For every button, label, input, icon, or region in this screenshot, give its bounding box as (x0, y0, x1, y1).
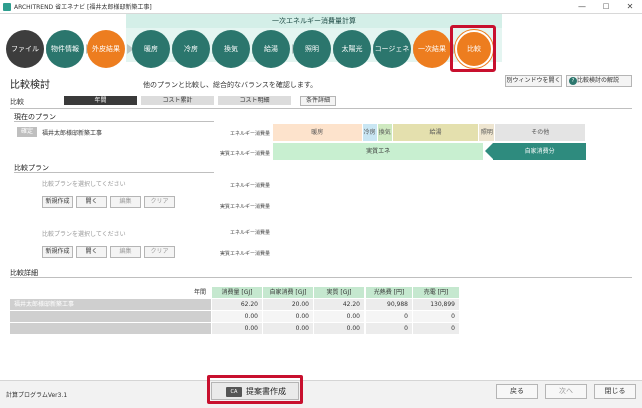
actual-energy-bar: 実質エネ (273, 143, 484, 160)
plan-1-new-button[interactable]: 新規作成 (42, 196, 73, 208)
plan-2-edit-button[interactable]: 編集 (110, 246, 141, 258)
tab-cost-detail[interactable]: コスト明細 (218, 96, 291, 105)
condition-detail-button[interactable]: 条件詳細 (300, 96, 336, 106)
row-plan-name: 福井太郎様邸新築工事 (10, 299, 211, 310)
version-label: 計算プログラムVer3.1 (6, 392, 68, 399)
col-sold-power: 売電 [円] (413, 287, 459, 298)
step-solar[interactable]: 太陽光 (333, 30, 371, 68)
row-plan-name (10, 311, 211, 322)
divider (14, 121, 214, 122)
table-cell: 90,988 (366, 299, 412, 310)
segment-lighting: 照明 (479, 124, 495, 141)
col-utility-cost: 光熱費 [円] (366, 287, 412, 298)
segment-heating: 暖房 (273, 124, 362, 141)
step-envelope-result[interactable]: 外皮結果 (87, 30, 125, 68)
table-cell: 0.00 (212, 311, 262, 322)
highlight-compare-step (450, 25, 496, 72)
table-cell: 0.00 (212, 323, 262, 334)
plan-2-open-button[interactable]: 開く (76, 246, 107, 258)
row-plan-name (10, 323, 211, 334)
page-title: 比較検討 (10, 80, 50, 91)
open-window-button[interactable]: 別ウィンドウを開く (505, 75, 562, 87)
energy-consumption-label: エネルギー消費量 (230, 230, 271, 236)
back-button[interactable]: 戻る (496, 384, 538, 399)
plan-1-edit-button[interactable]: 編集 (110, 196, 141, 208)
tab-annual[interactable]: 年間 (64, 96, 137, 105)
help-button-label: 比較検討の解説 (577, 77, 620, 84)
highlight-proposal-button (207, 375, 303, 404)
help-icon: ? (569, 77, 577, 85)
actual-energy-label: 実質エネルギー消費量 (220, 151, 271, 157)
window-title: ARCHITREND 省エネナビ [福井太郎様邸新築工事] (14, 4, 152, 11)
app-icon (3, 3, 11, 11)
table-cell: 20.00 (263, 299, 313, 310)
compare-plan-1-placeholder: 比較プランを選択してください (42, 181, 126, 188)
close-window-button[interactable]: ✕ (618, 0, 642, 13)
table-cell: 62.20 (212, 299, 262, 310)
step-cogeneration[interactable]: コージェネ (373, 30, 411, 68)
plan-2-new-button[interactable]: 新規作成 (42, 246, 73, 258)
compare-plan-2-placeholder: 比較プランを選択してください (42, 231, 126, 238)
page-description: 他のプランと比較し、総合的なバランスを確認します。 (143, 81, 318, 89)
step-primary-result[interactable]: 一次結果 (413, 30, 451, 68)
minimize-button[interactable]: — (570, 0, 594, 13)
segment-ventilation: 換気 (377, 124, 392, 141)
table-cell: 0 (366, 323, 412, 334)
energy-consumption-label: エネルギー消費量 (230, 131, 271, 137)
table-cell: 42.20 (314, 299, 364, 310)
plan-1-open-button[interactable]: 開く (76, 196, 107, 208)
energy-consumption-label: エネルギー消費量 (230, 183, 271, 189)
table-cell: 130,899 (413, 299, 459, 310)
table-cell: 0.00 (263, 323, 313, 334)
col-consumption: 消費量 [GJ] (212, 287, 262, 298)
table-cell: 0 (413, 311, 459, 322)
col-self-consumption: 自家消費 [GJ] (263, 287, 313, 298)
col-actual: 実質 [GJ] (314, 287, 364, 298)
actual-energy-label: 実質エネルギー消費量 (220, 251, 271, 257)
step-hot-water[interactable]: 給湯 (252, 30, 290, 68)
maximize-button[interactable]: □ (594, 0, 618, 13)
segment-other: その他 (495, 124, 585, 141)
tab-cost-cumulative[interactable]: コスト累計 (141, 96, 214, 105)
step-cooling[interactable]: 冷房 (172, 30, 210, 68)
plan-1-clear-button[interactable]: クリア (144, 196, 175, 208)
segment-hot-water: 給湯 (392, 124, 479, 141)
next-button[interactable]: 次へ (545, 384, 587, 399)
divider (10, 277, 632, 278)
close-button[interactable]: 閉じる (594, 384, 636, 399)
table-cell: 0.00 (263, 311, 313, 322)
divider (14, 172, 214, 173)
table-cell: 0 (366, 311, 412, 322)
step-ventilation[interactable]: 換気 (212, 30, 250, 68)
divider (10, 108, 632, 109)
tabs-label: 比較 (10, 98, 24, 106)
self-consumption-bar: 自家消費分 (493, 143, 586, 160)
table-cell: 0.00 (314, 323, 364, 334)
calc-band-title: 一次エネルギー消費量計算 (126, 14, 502, 28)
arrow-left-icon (485, 143, 494, 159)
table-cell: 0 (413, 323, 459, 334)
step-file[interactable]: ファイル (6, 30, 44, 68)
help-button[interactable]: ? 比較検討の解説 (566, 75, 632, 87)
table-cell: 0.00 (314, 311, 364, 322)
actual-energy-label: 実質エネルギー消費量 (220, 204, 271, 210)
confirmed-badge: 確定 (17, 127, 37, 137)
period-label: 年間 (193, 289, 206, 296)
plan-2-clear-button[interactable]: クリア (144, 246, 175, 258)
step-heating[interactable]: 暖房 (132, 30, 170, 68)
step-lighting[interactable]: 照明 (293, 30, 331, 68)
segment-cooling: 冷房 (362, 124, 377, 141)
current-plan-name: 福井太郎様邸新築工事 (42, 130, 103, 137)
step-property-info[interactable]: 物件情報 (46, 30, 84, 68)
